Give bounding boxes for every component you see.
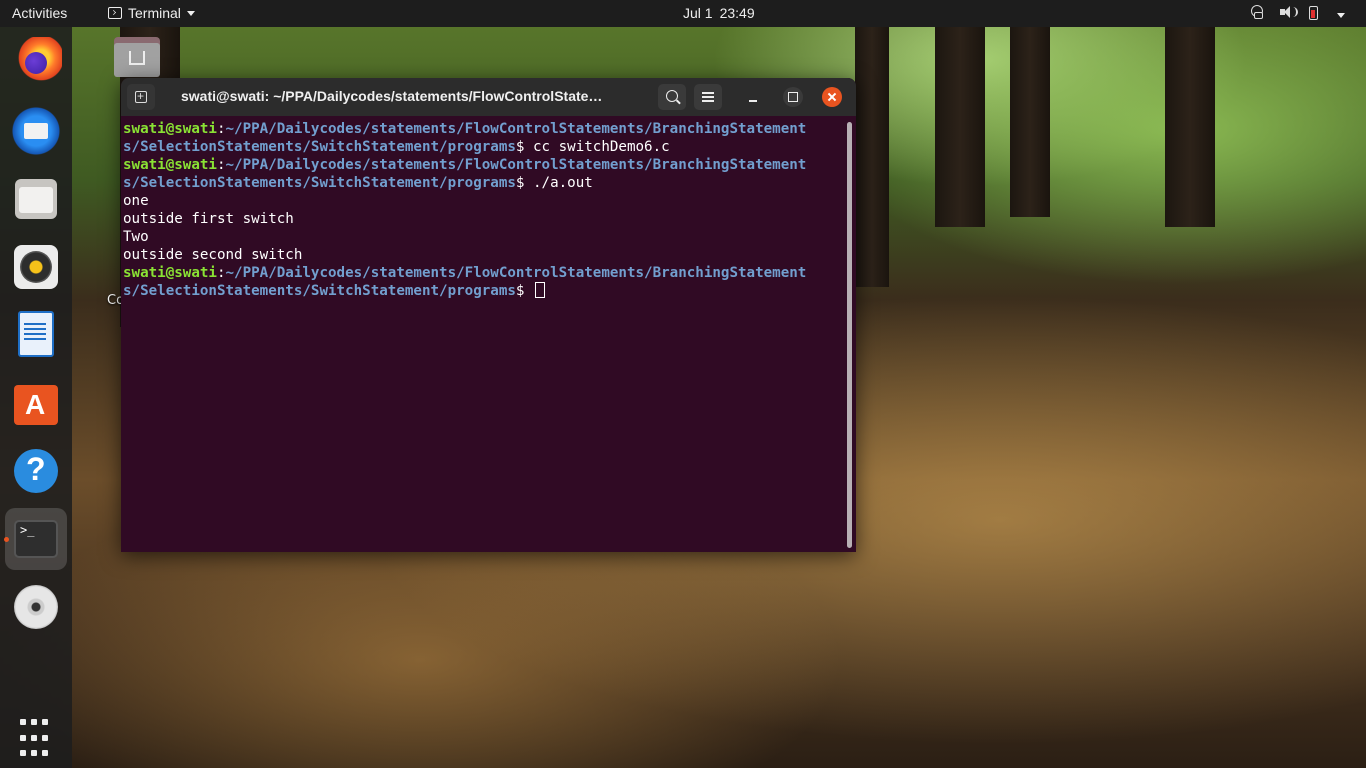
home-folder-icon[interactable] — [114, 37, 160, 77]
prompt-path: s/SelectionStatements/SwitchStatement/pr… — [123, 139, 516, 155]
clock-time: 23:49 — [719, 5, 755, 21]
prompt-path: s/SelectionStatements/SwitchStatement/pr… — [123, 175, 516, 191]
clock[interactable]: Jul 1 23:49 — [683, 5, 755, 21]
menu-button[interactable] — [694, 84, 722, 110]
system-tray[interactable] — [1249, 4, 1348, 20]
command-text: ./a.out — [533, 175, 593, 191]
terminal-output-line: outside second switch — [123, 247, 303, 263]
top-bar: Activities Terminal Jul 1 23:49 — [0, 0, 1366, 27]
app-center-icon[interactable] — [10, 377, 62, 429]
terminal-line: s/SelectionStatements/SwitchStatement/pr… — [123, 282, 843, 300]
prompt-user: swati@swati — [123, 121, 217, 137]
search-button[interactable] — [658, 84, 686, 110]
tree-trunk — [935, 27, 985, 227]
prompt-path: ~/PPA/Dailycodes/statements/FlowControlS… — [225, 121, 807, 137]
thunderbird-icon[interactable] — [10, 105, 62, 157]
terminal-line: s/SelectionStatements/SwitchStatement/pr… — [123, 138, 843, 156]
terminal-line: swati@swati:~/PPA/Dailycodes/statements/… — [123, 156, 843, 174]
prompt-separator: : — [216, 157, 226, 173]
command-text: cc switchDemo6.c — [533, 139, 670, 155]
window-headerbar[interactable]: swati@swati: ~/PPA/Dailycodes/statements… — [121, 78, 856, 116]
apps-grid-icon[interactable] — [10, 709, 62, 761]
battery-icon[interactable] — [1309, 5, 1318, 20]
minimize-button[interactable] — [743, 87, 763, 107]
terminal-output-line: outside first switch — [123, 211, 294, 227]
prompt-path: s/SelectionStatements/SwitchStatement/pr… — [123, 283, 516, 299]
terminal-icon[interactable] — [5, 508, 67, 570]
terminal-output-line: Two — [123, 229, 149, 245]
tree-trunk — [1010, 27, 1050, 217]
text-cursor — [535, 282, 546, 298]
prompt-separator: : — [216, 265, 226, 281]
dock — [0, 27, 72, 768]
prompt-separator: : — [216, 121, 226, 137]
terminal-scrollbar[interactable] — [847, 122, 852, 548]
network-icon[interactable] — [1249, 4, 1265, 20]
clock-date: Jul 1 — [683, 5, 713, 21]
firefox-icon[interactable] — [10, 37, 62, 89]
files-icon[interactable] — [10, 173, 62, 225]
activities-button[interactable]: Activities — [12, 5, 67, 21]
running-indicator — [4, 537, 9, 542]
app-menu[interactable]: Terminal — [108, 5, 195, 21]
writer-icon[interactable] — [10, 309, 62, 361]
terminal-window[interactable]: swati@swati: ~/PPA/Dailycodes/statements… — [121, 78, 856, 552]
help-icon[interactable] — [10, 445, 62, 497]
terminal-output[interactable]: swati@swati:~/PPA/Dailycodes/statements/… — [123, 120, 843, 550]
dvd-icon[interactable] — [10, 581, 62, 633]
power-menu-icon[interactable] — [1332, 4, 1348, 20]
prompt-sign: $ — [515, 139, 534, 155]
terminal-line: swati@swati:~/PPA/Dailycodes/statements/… — [123, 264, 843, 282]
close-button[interactable] — [822, 87, 842, 107]
tree-trunk — [1165, 27, 1215, 227]
prompt-sign: $ — [515, 283, 534, 299]
volume-icon[interactable] — [1279, 4, 1298, 20]
terminal-line: swati@swati:~/PPA/Dailycodes/statements/… — [123, 120, 843, 138]
prompt-path: ~/PPA/Dailycodes/statements/FlowControlS… — [225, 157, 807, 173]
rhythmbox-icon[interactable] — [10, 241, 62, 293]
app-menu-label: Terminal — [128, 5, 181, 21]
prompt-user: swati@swati — [123, 157, 217, 173]
prompt-user: swati@swati — [123, 265, 217, 281]
tree-trunk — [855, 27, 889, 287]
chevron-down-icon — [186, 10, 195, 16]
window-title: swati@swati: ~/PPA/Dailycodes/statements… — [181, 88, 603, 104]
maximize-button[interactable] — [783, 87, 803, 107]
prompt-path: ~/PPA/Dailycodes/statements/FlowControlS… — [225, 265, 807, 281]
terminal-line: s/SelectionStatements/SwitchStatement/pr… — [123, 174, 843, 192]
new-tab-button[interactable] — [127, 84, 155, 110]
terminal-icon — [108, 7, 122, 19]
terminal-output-line: one — [123, 193, 149, 209]
prompt-sign: $ — [515, 175, 534, 191]
